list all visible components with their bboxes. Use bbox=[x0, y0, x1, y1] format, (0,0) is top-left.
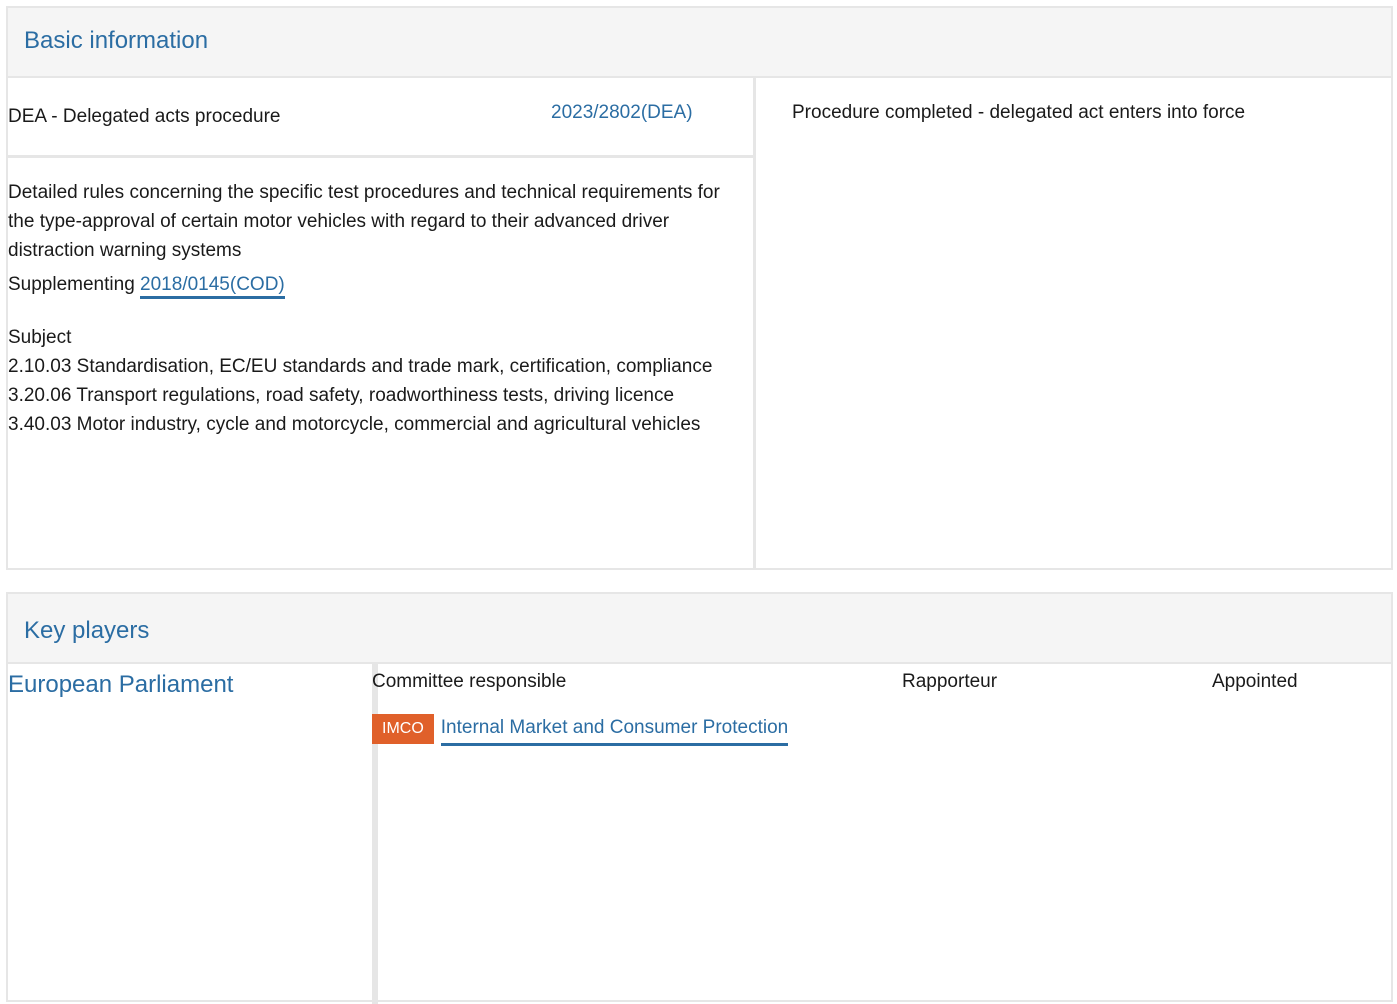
procedure-description: Detailed rules concerning the specific t… bbox=[8, 182, 720, 261]
institution-link[interactable]: European Parliament bbox=[8, 670, 233, 700]
committee-name-link[interactable]: Internal Market and Consumer Protection bbox=[440, 713, 789, 746]
column-header-appointed: Appointed bbox=[1212, 671, 1298, 692]
key-players-panel: Key players European Parliament Committe… bbox=[6, 592, 1393, 1004]
key-players-header: Key players bbox=[8, 594, 1391, 664]
column-header-rapporteur: Rapporteur bbox=[902, 671, 998, 692]
basic-information-header: Basic information bbox=[8, 8, 1391, 78]
subject-item: 3.20.06 Transport regulations, road safe… bbox=[8, 385, 675, 406]
supplementing-row: Supplementing 2018/0145(COD) bbox=[8, 270, 746, 299]
procedure-type-row: DEA - Delegated acts procedure 2023/2802… bbox=[8, 78, 753, 158]
basic-info-right-column: Procedure completed - delegated act ente… bbox=[792, 98, 1372, 127]
basic-info-left-column: DEA - Delegated acts procedure 2023/2802… bbox=[8, 78, 756, 568]
supplementing-link[interactable]: 2018/0145(COD) bbox=[140, 274, 285, 299]
committee-table: Committee responsible Rapporteur Appoint… bbox=[372, 664, 1391, 984]
basic-information-title: Basic information bbox=[24, 27, 209, 54]
procedure-details: Detailed rules concerning the specific t… bbox=[8, 178, 746, 439]
procedure-type: DEA - Delegated acts procedure bbox=[8, 106, 281, 127]
committee-row: IMCO Internal Market and Consumer Protec… bbox=[372, 712, 789, 746]
procedure-reference-link[interactable]: 2023/2802(DEA) bbox=[551, 98, 693, 127]
key-players-title: Key players bbox=[24, 617, 150, 644]
supplementing-label: Supplementing bbox=[8, 274, 135, 295]
committee-badge: IMCO bbox=[372, 714, 434, 744]
basic-information-panel: Basic information DEA - Delegated acts p… bbox=[6, 6, 1393, 570]
subject-item: 2.10.03 Standardisation, EC/EU standards… bbox=[8, 356, 713, 377]
institution-column: European Parliament bbox=[8, 664, 378, 1004]
subject-item: 3.40.03 Motor industry, cycle and motorc… bbox=[8, 414, 701, 435]
procedure-status: Procedure completed - delegated act ente… bbox=[792, 102, 1246, 123]
subject-label: Subject bbox=[8, 327, 72, 348]
column-header-committee: Committee responsible bbox=[372, 671, 567, 692]
